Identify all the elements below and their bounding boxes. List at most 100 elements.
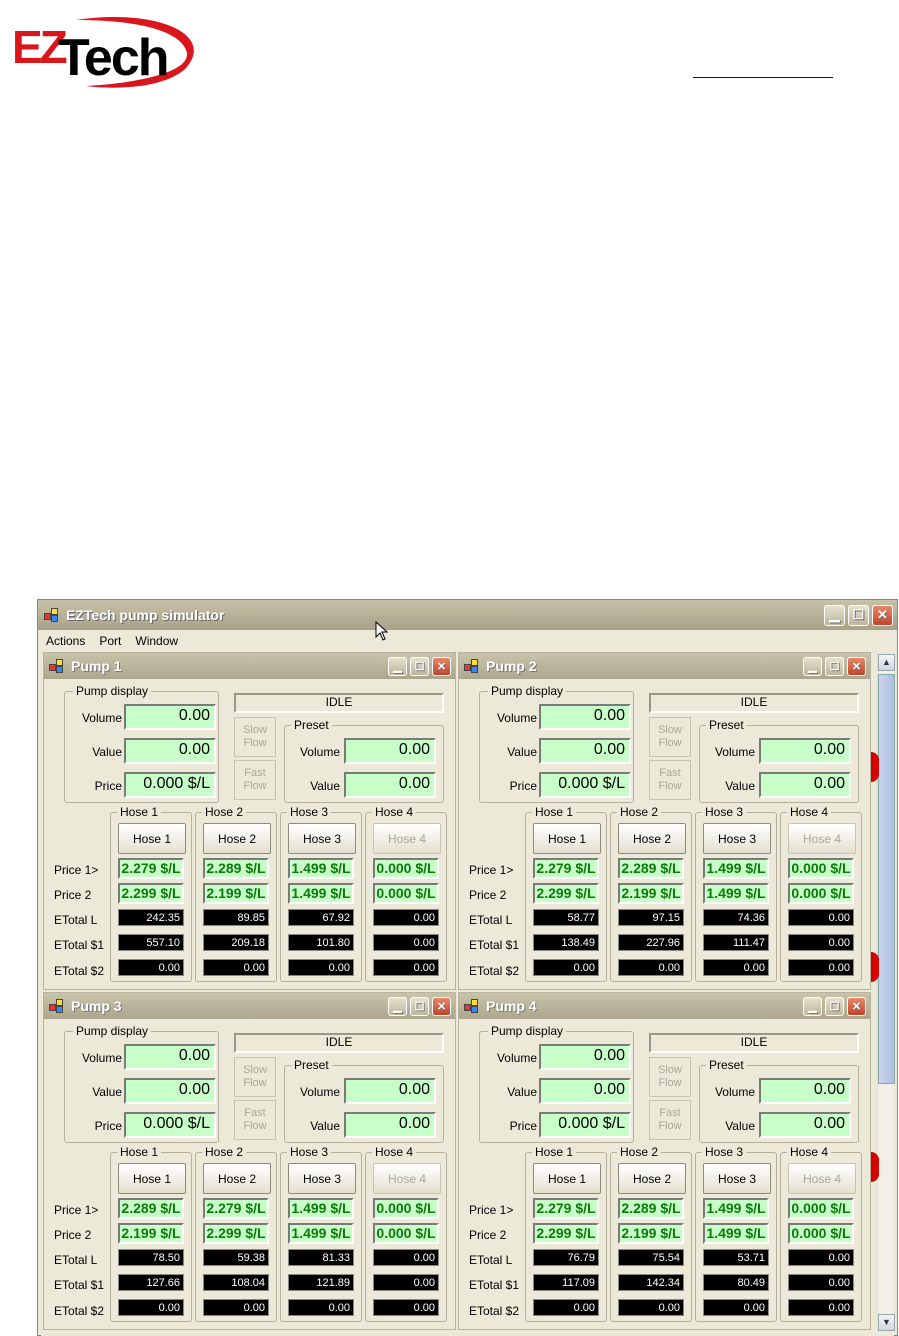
value-display: 0.00	[124, 738, 216, 764]
pump-display-label: Pump display	[73, 1024, 152, 1038]
hose-etotal-l: 0.00	[788, 909, 854, 926]
hose-price2: 0.000 $/L	[373, 883, 439, 904]
mdi-area: Pump 1 ▁ ☐ ✕ Pump display Volume 0.00 Va…	[41, 652, 894, 1336]
maximize-button[interactable]: ☐	[410, 656, 429, 676]
maximize-button[interactable]: ☐	[825, 656, 844, 676]
hose-button[interactable]: Hose 1	[118, 1163, 186, 1194]
minimize-button[interactable]: ▁	[388, 996, 407, 1016]
hose-etotal-2: 0.00	[118, 959, 184, 976]
close-button[interactable]: ✕	[847, 656, 866, 676]
preset-label: Preset	[291, 718, 332, 732]
hose-button[interactable]: Hose 2	[618, 1163, 686, 1194]
slow-flow-button[interactable]: Slow Flow	[234, 717, 276, 757]
fast-flow-button[interactable]: Fast Flow	[649, 1100, 691, 1140]
pump-title: Pump 2	[486, 658, 537, 674]
close-button[interactable]: ✕	[847, 996, 866, 1016]
vertical-scrollbar[interactable]: ▲ ▼	[877, 654, 895, 1331]
hose-button[interactable]: Hose 2	[203, 1163, 271, 1194]
minimize-button[interactable]: ▁	[803, 656, 822, 676]
price-display: 0.000 $/L	[124, 772, 216, 798]
hose-group: Hose 1 Hose 1 2.279 $/L 2.299 $/L 58.77 …	[525, 805, 607, 982]
maximize-icon: ☐	[829, 1000, 840, 1013]
close-button[interactable]: ✕	[432, 656, 451, 676]
scroll-thumb[interactable]	[878, 674, 895, 1084]
preset-volume-input[interactable]: 0.00	[759, 738, 851, 764]
hose-button[interactable]: Hose 3	[703, 823, 771, 854]
hose-button[interactable]: Hose 2	[203, 823, 271, 854]
fast-flow-button[interactable]: Fast Flow	[649, 760, 691, 800]
preset-volume-input[interactable]: 0.00	[759, 1078, 851, 1104]
scroll-up-button[interactable]: ▲	[878, 654, 895, 671]
hose-etotal-1: 121.89	[288, 1274, 354, 1291]
hose-button[interactable]: Hose 1	[533, 823, 601, 854]
hose-button[interactable]: Hose 4	[788, 823, 856, 854]
price-display: 0.000 $/L	[539, 1112, 631, 1138]
hose-group: Hose 4 Hose 4 0.000 $/L 0.000 $/L 0.00 0…	[365, 1145, 447, 1322]
preset-value-input[interactable]: 0.00	[759, 772, 851, 798]
hose-button[interactable]: Hose 1	[533, 1163, 601, 1194]
close-button[interactable]: ✕	[872, 604, 893, 626]
preset-volume-input[interactable]: 0.00	[344, 738, 436, 764]
hose-group-label: Hose 2	[617, 1145, 662, 1159]
hyperlink-underline[interactable]	[693, 77, 833, 78]
hose-etotal-l: 0.00	[373, 1249, 439, 1266]
hose-group: Hose 2 Hose 2 2.279 $/L 2.299 $/L 59.38 …	[195, 1145, 277, 1322]
menu-window[interactable]: Window	[135, 634, 178, 648]
hose-button[interactable]: Hose 3	[288, 1163, 356, 1194]
hose-etotal-2: 0.00	[703, 959, 769, 976]
hose-group: Hose 4 Hose 4 0.000 $/L 0.000 $/L 0.00 0…	[780, 805, 862, 982]
hose-price1: 2.279 $/L	[203, 1198, 269, 1219]
menu-port[interactable]: Port	[99, 634, 121, 648]
fast-flow-button[interactable]: Fast Flow	[234, 760, 276, 800]
hose-etotal-1: 0.00	[373, 1274, 439, 1291]
minimize-button[interactable]: ▁	[803, 996, 822, 1016]
maximize-button[interactable]: ☐	[410, 996, 429, 1016]
preset-value-input[interactable]: 0.00	[344, 1112, 436, 1138]
hose-group-label: Hose 2	[202, 1145, 247, 1159]
hose-price1: 1.499 $/L	[288, 858, 354, 879]
etotal-1-row-label: ETotal $1	[469, 938, 520, 952]
hose-etotal-1: 111.47	[703, 934, 769, 951]
preset-volume-label: Volume	[714, 1085, 755, 1099]
price2-row-label: Price 2	[469, 1228, 507, 1242]
slow-flow-button[interactable]: Slow Flow	[649, 717, 691, 757]
hose-etotal-l: 76.79	[533, 1249, 599, 1266]
hose-button[interactable]: Hose 3	[703, 1163, 771, 1194]
hose-price2: 2.199 $/L	[203, 883, 269, 904]
hose-button[interactable]: Hose 3	[288, 823, 356, 854]
minimize-button[interactable]: ▁	[824, 604, 845, 626]
hose-button[interactable]: Hose 1	[118, 823, 186, 854]
preset-value-label: Value	[310, 1119, 340, 1133]
preset-value-input[interactable]: 0.00	[344, 772, 436, 798]
slow-flow-button[interactable]: Slow Flow	[649, 1057, 691, 1097]
hose-etotal-2: 0.00	[788, 959, 854, 976]
minimize-icon: ▁	[808, 660, 817, 673]
hose-price1: 2.279 $/L	[533, 1198, 599, 1219]
maximize-button[interactable]: ☐	[825, 996, 844, 1016]
close-button[interactable]: ✕	[432, 996, 451, 1016]
price2-row-label: Price 2	[54, 1228, 92, 1242]
hose-button[interactable]: Hose 2	[618, 823, 686, 854]
preset-volume-label: Volume	[714, 745, 755, 759]
scroll-down-button[interactable]: ▼	[878, 1314, 895, 1331]
minimize-button[interactable]: ▁	[388, 656, 407, 676]
hose-group: Hose 1 Hose 1 2.279 $/L 2.299 $/L 242.35…	[110, 805, 192, 982]
etotal-2-row-label: ETotal $2	[54, 1304, 105, 1318]
hose-etotal-1: 0.00	[788, 934, 854, 951]
preset-value-input[interactable]: 0.00	[759, 1112, 851, 1138]
etotal-l-row-label: ETotal L	[469, 913, 513, 927]
price1-row-label: Price 1>	[54, 1203, 99, 1217]
hose-etotal-l: 97.15	[618, 909, 684, 926]
fast-flow-button[interactable]: Fast Flow	[234, 1100, 276, 1140]
pump-status: IDLE	[234, 693, 444, 713]
maximize-button[interactable]: ☐	[848, 604, 869, 626]
hose-button[interactable]: Hose 4	[373, 823, 441, 854]
hose-button[interactable]: Hose 4	[373, 1163, 441, 1194]
hose-button[interactable]: Hose 4	[788, 1163, 856, 1194]
hose-etotal-l: 242.35	[118, 909, 184, 926]
pump-display-label: Pump display	[488, 1024, 567, 1038]
price1-row-label: Price 1>	[469, 863, 514, 877]
menu-actions[interactable]: Actions	[46, 634, 85, 648]
slow-flow-button[interactable]: Slow Flow	[234, 1057, 276, 1097]
preset-volume-input[interactable]: 0.00	[344, 1078, 436, 1104]
